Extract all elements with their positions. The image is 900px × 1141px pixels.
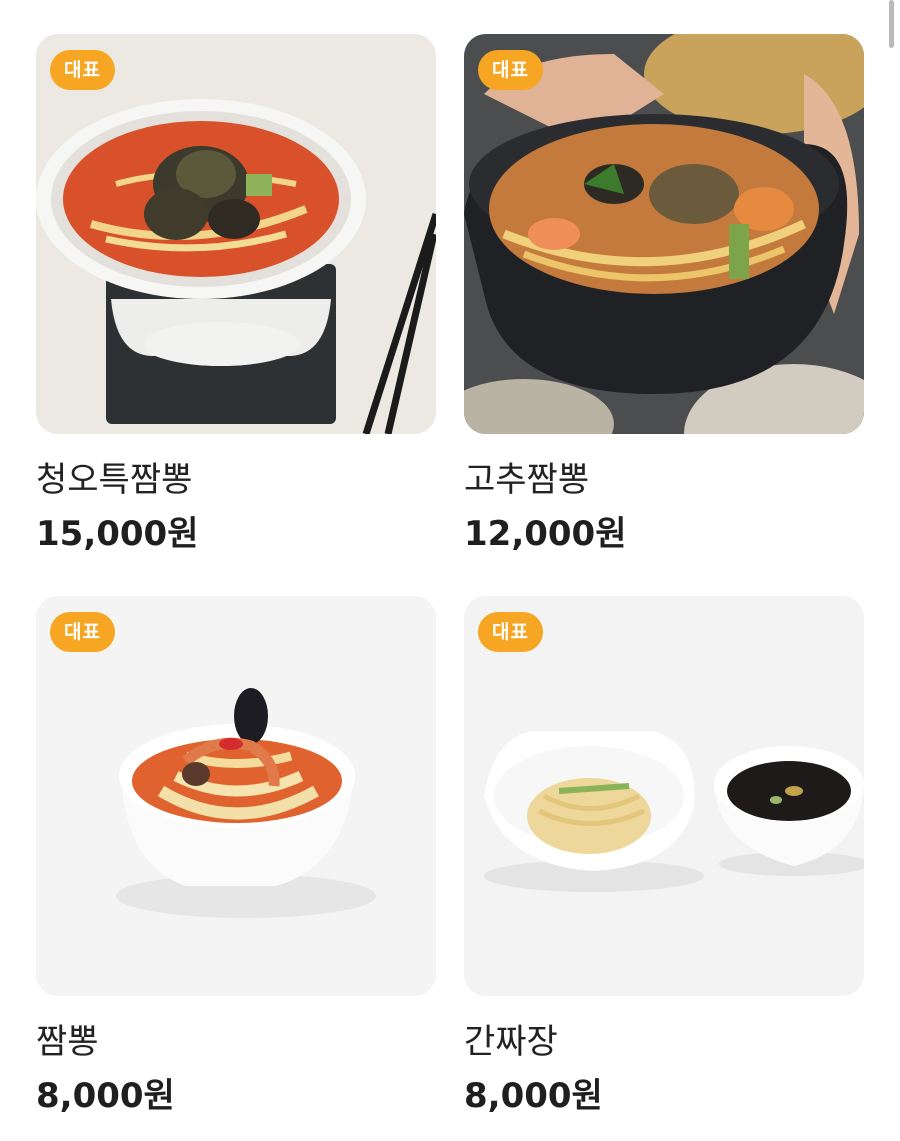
menu-item-price: 15,000원 xyxy=(36,514,199,554)
black-bean-noodle-photo xyxy=(464,596,864,996)
menu-item-photo[interactable]: 대표 xyxy=(36,34,436,434)
menu-item-photo[interactable]: 대표 xyxy=(464,596,864,996)
signature-badge: 대표 xyxy=(50,50,115,90)
menu-item-price: 12,000원 xyxy=(464,514,627,554)
menu-item-price: 8,000원 xyxy=(36,1076,175,1116)
spicy-abalone-noodle-soup-photo xyxy=(36,34,436,434)
menu-item-photo[interactable]: 대표 xyxy=(464,34,864,434)
menu-item-name: 고추짬뽕 xyxy=(464,460,590,500)
signature-badge: 대표 xyxy=(50,612,115,652)
menu-item-name: 짬뽕 xyxy=(36,1022,99,1062)
menu-grid: 대표 청오특짬뽕 15,000원 대표 고추짬뽕 12,000원 대표 짬뽕 8… xyxy=(36,34,864,1116)
menu-item-photo[interactable]: 대표 xyxy=(36,596,436,996)
scrollbar-thumb[interactable] xyxy=(889,0,894,48)
signature-badge: 대표 xyxy=(478,612,543,652)
menu-item-name: 청오특짬뽕 xyxy=(36,460,193,500)
menu-card-ganjjajang[interactable]: 대표 간짜장 8,000원 xyxy=(464,596,864,1116)
menu-card-cheongo-special-jjamppong[interactable]: 대표 청오특짬뽕 15,000원 xyxy=(36,34,436,554)
menu-item-price: 8,000원 xyxy=(464,1076,603,1116)
menu-card-jjamppong[interactable]: 대표 짬뽕 8,000원 xyxy=(36,596,436,1116)
menu-item-name: 간짜장 xyxy=(464,1022,558,1062)
chili-seafood-noodle-bowl-photo xyxy=(464,34,864,434)
signature-badge: 대표 xyxy=(478,50,543,90)
menu-card-gochu-jjamppong[interactable]: 대표 고추짬뽕 12,000원 xyxy=(464,34,864,554)
seafood-noodle-soup-photo xyxy=(36,596,436,996)
